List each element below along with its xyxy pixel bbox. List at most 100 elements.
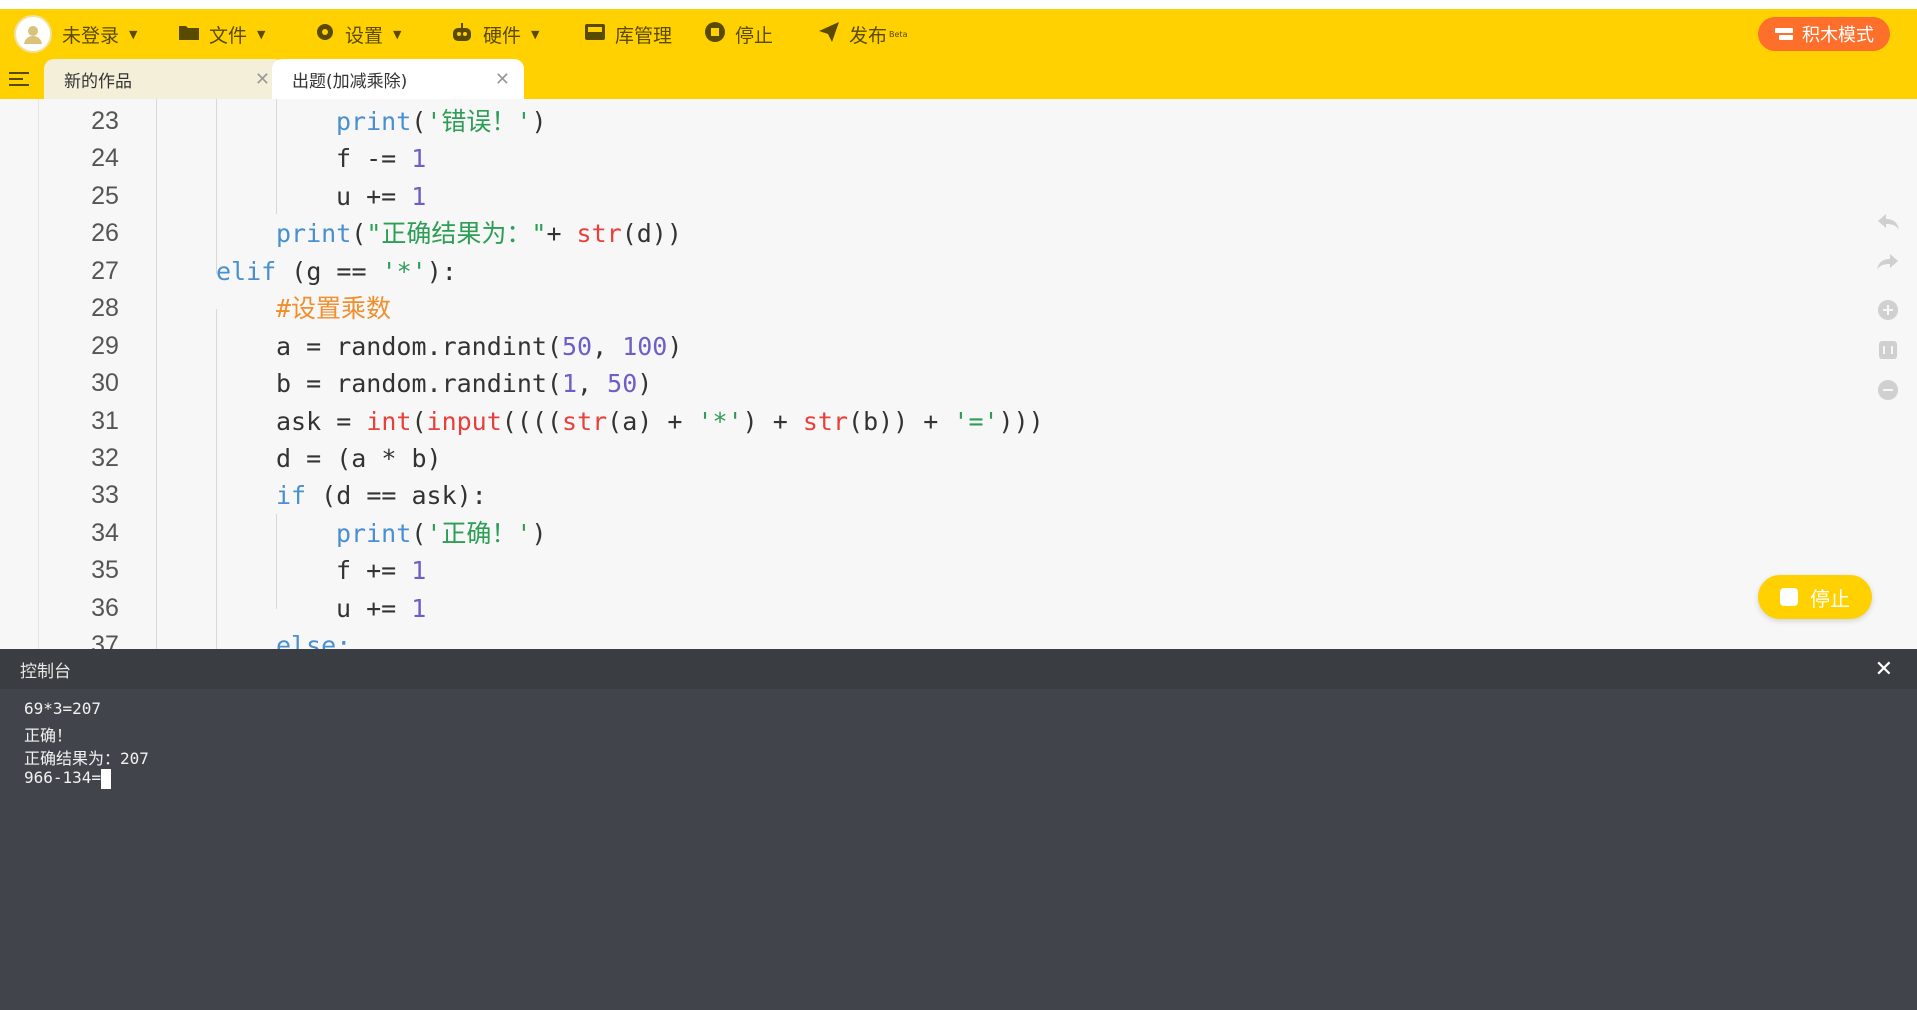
file-menu[interactable]: 文件 ▼: [178, 9, 265, 59]
code-line: 25 u += 1: [0, 178, 1800, 215]
code-token: str: [562, 407, 608, 436]
console-input-line[interactable]: 966-134=: [24, 768, 112, 789]
line-number: 30: [91, 369, 119, 397]
code-token: a = random.randint(: [276, 332, 562, 361]
close-icon[interactable]: ✕: [1875, 657, 1893, 682]
login-label: 未登录: [62, 24, 120, 47]
chevron-down-icon: ▼: [393, 27, 402, 41]
beta-badge: Beta: [889, 29, 908, 39]
close-icon[interactable]: ✕: [495, 69, 510, 90]
console-output[interactable]: 69*3=207 正确！ 正确结果为：207 966-134=: [0, 689, 1917, 1010]
console-title: 控制台: [20, 661, 71, 682]
code-token: ): [531, 107, 547, 136]
tab-label: 新的作品: [64, 71, 132, 92]
line-number: 37: [91, 631, 119, 649]
robot-icon: [450, 21, 474, 48]
line-number: 24: [91, 144, 119, 172]
settings-menu[interactable]: 设置 ▼: [314, 9, 401, 59]
code-token: ask =: [276, 407, 367, 436]
code-token: f +=: [336, 556, 412, 585]
stop-circle-icon: [704, 21, 726, 48]
zoom-in-icon[interactable]: [1875, 297, 1901, 323]
code-line: 26 print("正确结果为："+ str(d)): [0, 215, 1800, 252]
code-editor[interactable]: 23 print('错误！') 24 f -= 1 25 u += 1 26 p…: [0, 99, 1917, 649]
code-token: ))): [998, 407, 1044, 436]
chevron-down-icon: ▼: [129, 27, 138, 41]
code-token: str: [802, 407, 849, 436]
gear-icon: [314, 21, 336, 48]
block-mode-button[interactable]: 积木模式: [1758, 17, 1890, 51]
code-token: 1: [561, 369, 578, 398]
login-menu[interactable]: 未登录 ▼: [14, 9, 137, 59]
code-line: 29 a = random.randint(50, 100): [0, 328, 1800, 365]
code-line: 33 if (d == ask):: [0, 477, 1800, 514]
code-token: ): [637, 369, 653, 398]
folder-icon: [178, 23, 200, 46]
library-label: 库管理: [615, 24, 673, 47]
code-token: 1: [411, 594, 427, 623]
code-line: 24 f -= 1: [0, 140, 1800, 177]
stop-run-button[interactable]: 停止: [1758, 575, 1872, 619]
code-line: 35 f += 1: [0, 552, 1800, 589]
code-line: 34 print('正确！'): [0, 515, 1800, 552]
code-line: 37 else:: [0, 627, 1800, 649]
code-token: '*': [697, 407, 743, 436]
code-token: 1: [411, 144, 427, 173]
chevron-down-icon: ▼: [531, 27, 540, 41]
line-number: 32: [91, 444, 119, 472]
line-number: 23: [91, 107, 119, 135]
code-token: (d == ask):: [306, 481, 487, 510]
undo-icon[interactable]: [1875, 209, 1901, 235]
stop-square-icon: [1780, 588, 1798, 606]
code-token: ):: [426, 257, 457, 286]
line-number: 27: [91, 257, 119, 285]
code-comment: #设置乘数: [276, 294, 392, 323]
zoom-out-icon[interactable]: [1875, 377, 1901, 403]
tab-quiz[interactable]: 出题(加减乘除) ✕: [272, 59, 524, 99]
code-token: 50: [561, 332, 593, 361]
line-number: 35: [91, 556, 119, 584]
code-token: ): [667, 332, 683, 361]
line-number: 34: [91, 519, 119, 547]
code-token: (d)): [621, 219, 682, 248]
stop-label: 停止: [735, 24, 774, 47]
library-button[interactable]: 库管理: [584, 9, 672, 59]
line-number: 26: [91, 219, 119, 247]
code-token: else:: [276, 631, 352, 649]
code-token: 50: [607, 369, 638, 398]
tab-new-work[interactable]: 新的作品 ✕: [44, 59, 284, 99]
line-number: 29: [91, 332, 119, 360]
reset-zoom-icon[interactable]: [1875, 337, 1901, 363]
code-token: (: [351, 219, 367, 248]
code-line: 36 u += 1: [0, 590, 1800, 627]
code-token: (a): [607, 407, 653, 436]
code-token: ): [531, 519, 547, 548]
console-header: 控制台 ✕: [0, 649, 1917, 689]
code-line: 28 #设置乘数: [0, 290, 1800, 327]
menu-toggle-icon[interactable]: [0, 59, 38, 99]
code-token: u +=: [336, 182, 412, 211]
block-mode-label: 积木模式: [1802, 25, 1874, 46]
code-line: 32 d = (a * b): [0, 440, 1800, 477]
code-token: elif: [216, 257, 277, 286]
publish-button[interactable]: 发布 Beta: [818, 9, 907, 59]
tab-bar: 新的作品 ✕ 出题(加减乘除) ✕: [0, 59, 1917, 99]
line-number: 25: [91, 182, 119, 210]
code-token: +: [546, 219, 577, 248]
blocks-icon: [1774, 26, 1794, 42]
code-token: d = (a * b): [276, 444, 442, 473]
redo-icon[interactable]: [1875, 249, 1901, 275]
code-token: (b)): [848, 407, 909, 436]
code-token: int: [366, 407, 412, 436]
code-token: input: [426, 407, 502, 436]
stop-toolbar-button[interactable]: 停止: [704, 9, 773, 59]
hardware-menu[interactable]: 硬件 ▼: [450, 9, 539, 59]
file-label: 文件: [209, 24, 248, 47]
code-token: ): [742, 407, 758, 436]
console-line: 正确结果为：207: [24, 749, 149, 768]
code-token: print: [336, 519, 412, 548]
code-token: '*': [381, 257, 427, 286]
code-token: ((((: [501, 407, 563, 436]
close-icon[interactable]: ✕: [255, 69, 270, 90]
code-token: f -=: [336, 144, 412, 173]
